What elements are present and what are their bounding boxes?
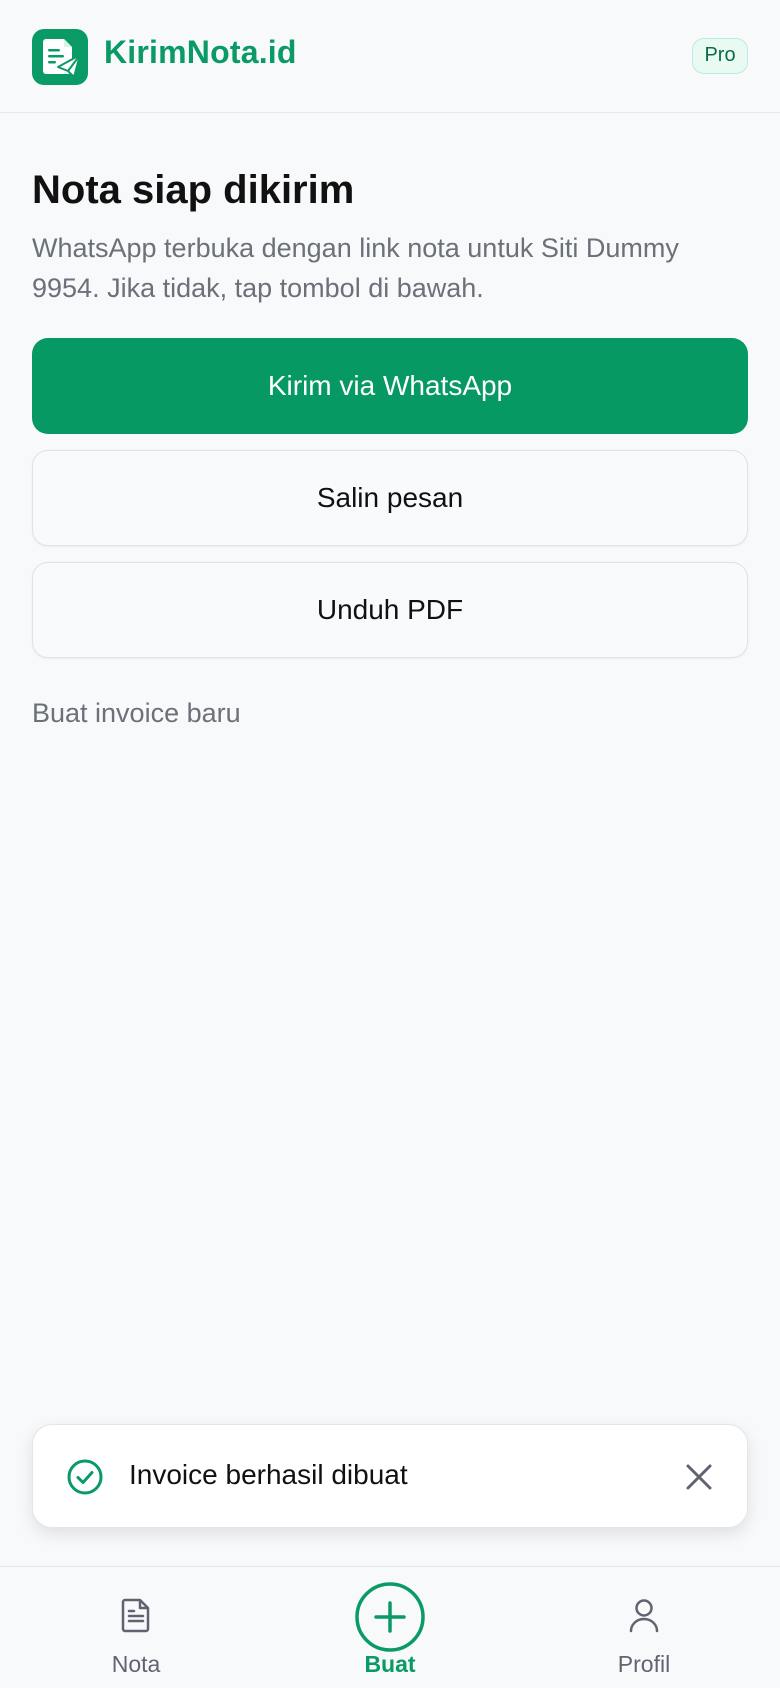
nav-label-buat: Buat	[364, 1651, 416, 1677]
page-title: Nota siap dikirim	[32, 168, 355, 212]
bottom-nav: Nota Buat Profil	[0, 1566, 780, 1688]
nav-item-nota[interactable]: Nota	[56, 1567, 216, 1688]
brand-name: KirimNota.id	[104, 34, 297, 70]
pro-badge: Pro	[692, 38, 748, 74]
send-whatsapp-button[interactable]: Kirim via WhatsApp	[32, 338, 748, 434]
download-pdf-button[interactable]: Unduh PDF	[32, 562, 748, 658]
nav-item-profil[interactable]: Profil	[564, 1567, 724, 1688]
page-description: WhatsApp terbuka dengan link nota untuk …	[32, 233, 679, 303]
plus-circle-icon	[354, 1581, 426, 1653]
document-send-icon[interactable]	[32, 29, 88, 85]
app-screen: KirimNota.id Pro Nota siap dikirim Whats…	[0, 0, 780, 1688]
nav-label-nota: Nota	[111, 1651, 161, 1677]
app-header: KirimNota.id Pro	[0, 0, 780, 113]
document-icon	[116, 1595, 156, 1635]
copy-message-button[interactable]: Salin pesan	[32, 450, 748, 546]
toast-message: Invoice berhasil dibuat	[129, 1459, 408, 1490]
user-icon	[624, 1595, 664, 1635]
nav-item-buat[interactable]: Buat	[310, 1567, 470, 1688]
close-icon[interactable]	[679, 1457, 719, 1497]
check-circle-icon	[65, 1457, 105, 1497]
new-invoice-link[interactable]: Buat invoice baru	[32, 698, 241, 729]
nav-label-profil: Profil	[617, 1651, 671, 1677]
success-toast: Invoice berhasil dibuat	[32, 1424, 748, 1528]
